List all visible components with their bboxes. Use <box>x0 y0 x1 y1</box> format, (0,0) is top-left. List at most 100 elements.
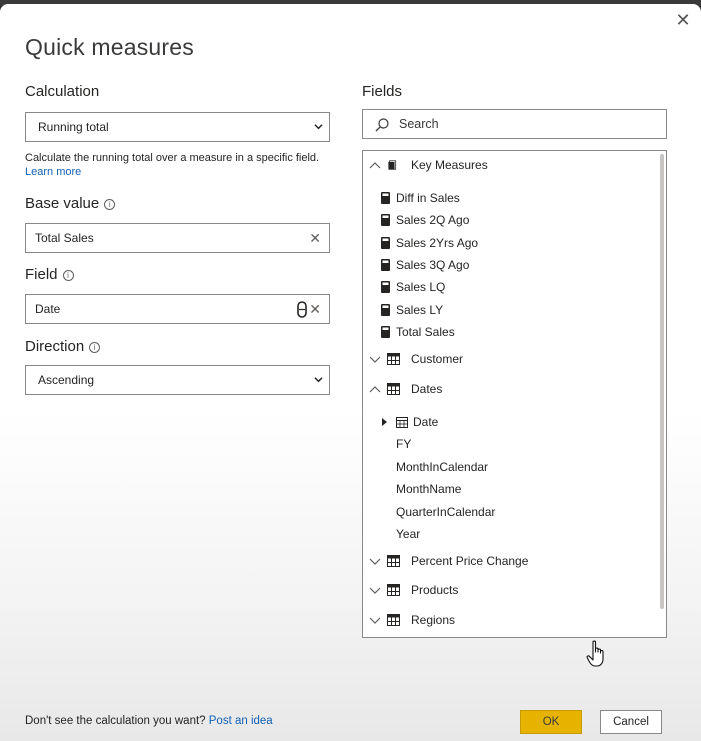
table-label: Key Measures <box>411 158 488 172</box>
calculation-description: Calculate the running total over a measu… <box>25 151 335 179</box>
field-value-text: Date <box>35 302 61 316</box>
field-item-label: Sales 2Yrs Ago <box>396 236 479 250</box>
chevron-down-icon <box>314 124 323 130</box>
ok-button[interactable]: OK <box>520 710 582 734</box>
chevron-down-icon <box>369 617 381 624</box>
chevron-down-icon <box>369 587 381 594</box>
base-value-label: Base value i <box>25 195 116 212</box>
field-item-measure[interactable]: Sales LY <box>363 300 653 320</box>
field-item-label: MonthInCalendar <box>396 460 489 474</box>
table-icon <box>387 584 400 596</box>
base-value-text: Total Sales <box>35 231 94 245</box>
field-label-text: Field <box>25 266 58 283</box>
cancel-button[interactable]: Cancel <box>600 710 662 734</box>
scrollbar[interactable] <box>660 154 664 609</box>
field-item-measure[interactable]: Total Sales <box>363 322 653 342</box>
table-percent-price-change[interactable]: Percent Price Change <box>363 551 653 571</box>
field-item-column[interactable]: QuarterInCalendar <box>363 502 653 522</box>
base-value-well[interactable]: Total Sales ✕ <box>25 223 330 253</box>
direction-dropdown[interactable]: Ascending <box>25 365 330 395</box>
close-icon[interactable]: ✕ <box>675 11 691 29</box>
search-input[interactable]: Search <box>362 109 667 139</box>
field-item-label: Date <box>413 415 439 429</box>
field-item-column[interactable]: FY <box>363 434 653 454</box>
field-item-label: FY <box>396 437 412 451</box>
calculator-icon <box>381 281 390 293</box>
field-well[interactable]: Date ✕ <box>25 294 330 324</box>
field-item-label: Sales 2Q Ago <box>396 213 470 227</box>
measure-table-icon <box>388 160 397 170</box>
search-placeholder: Search <box>399 117 439 131</box>
field-item-label: Year <box>396 527 421 541</box>
table-customer[interactable]: Customer <box>363 349 653 369</box>
table-icon <box>387 614 400 626</box>
fields-label: Fields <box>362 83 403 100</box>
chevron-up-icon <box>369 386 381 393</box>
post-idea-link[interactable]: Post an idea <box>209 715 273 727</box>
caret-right-icon <box>382 418 387 426</box>
table-dates[interactable]: Dates <box>363 379 653 399</box>
info-icon[interactable]: i <box>62 270 74 281</box>
calculator-icon <box>381 326 390 338</box>
table-label: Products <box>411 583 459 597</box>
table-products[interactable]: Products <box>363 580 653 600</box>
calculator-icon <box>381 304 390 316</box>
table-key-measures[interactable]: Key Measures <box>363 155 653 175</box>
calculation-selected: Running total <box>38 120 109 134</box>
field-item-measure[interactable]: Sales 3Q Ago <box>363 255 653 275</box>
info-icon[interactable]: i <box>104 199 116 210</box>
calculator-icon <box>381 259 390 271</box>
calculation-dropdown[interactable]: Running total <box>25 112 330 142</box>
field-item-column[interactable]: Year <box>363 524 653 544</box>
field-item-column[interactable]: MonthInCalendar <box>363 457 653 477</box>
learn-more-link[interactable]: Learn more <box>25 166 81 178</box>
field-item-date-hierarchy[interactable]: Date <box>363 412 653 432</box>
table-icon <box>387 353 400 365</box>
table-icon <box>387 383 400 395</box>
calculator-icon <box>381 214 390 226</box>
hand-cursor-icon <box>586 640 604 667</box>
field-item-measure[interactable]: Sales LQ <box>363 277 653 297</box>
field-item-measure[interactable]: Sales 2Yrs Ago <box>363 233 653 253</box>
field-item-label: MonthName <box>396 482 462 496</box>
field-item-label: Sales 3Q Ago <box>396 258 470 272</box>
calculator-icon <box>381 237 390 249</box>
calendar-icon <box>396 417 408 428</box>
search-icon <box>375 118 389 132</box>
direction-label: Direction i <box>25 338 101 355</box>
calculation-label: Calculation <box>25 83 100 100</box>
field-item-label: Sales LQ <box>396 280 446 294</box>
table-label: Customer <box>411 352 464 366</box>
table-label: Regions <box>411 613 456 627</box>
field-item-label: Total Sales <box>396 325 455 339</box>
chevron-down-icon <box>314 377 323 383</box>
clear-icon[interactable]: ✕ <box>309 295 321 323</box>
quick-measures-dialog: ✕ Quick measures Calculation Running tot… <box>0 4 701 741</box>
field-item-label: Sales LY <box>396 303 444 317</box>
base-value-label-text: Base value <box>25 195 100 212</box>
table-label: Percent Price Change <box>411 554 529 568</box>
table-icon <box>387 555 400 567</box>
footer-question-text: Don't see the calculation you want? <box>25 715 206 727</box>
chevron-up-icon <box>369 162 381 169</box>
footer-question: Don't see the calculation you want? Post… <box>25 715 273 727</box>
info-icon[interactable]: i <box>89 342 101 353</box>
text-cursor-icon <box>297 301 307 318</box>
calculation-description-text: Calculate the running total over a measu… <box>25 152 320 164</box>
field-item-column[interactable]: MonthName <box>363 479 653 499</box>
field-item-measure[interactable]: Sales 2Q Ago <box>363 210 653 230</box>
clear-icon[interactable]: ✕ <box>309 224 321 252</box>
dialog-title: Quick measures <box>25 34 194 60</box>
chevron-down-icon <box>369 356 381 363</box>
calculator-icon <box>381 192 390 204</box>
field-item-label: Diff in Sales <box>396 191 460 205</box>
chevron-down-icon <box>369 558 381 565</box>
field-item-measure[interactable]: Diff in Sales <box>363 188 653 208</box>
direction-selected: Ascending <box>38 373 95 387</box>
fields-tree: Key Measures Diff in Sales Sales 2Q Ago … <box>362 150 667 638</box>
field-item-label: QuarterInCalendar <box>396 505 496 519</box>
field-label: Field i <box>25 266 74 283</box>
direction-label-text: Direction <box>25 338 85 355</box>
table-label: Dates <box>411 382 443 396</box>
table-regions[interactable]: Regions <box>363 610 653 630</box>
